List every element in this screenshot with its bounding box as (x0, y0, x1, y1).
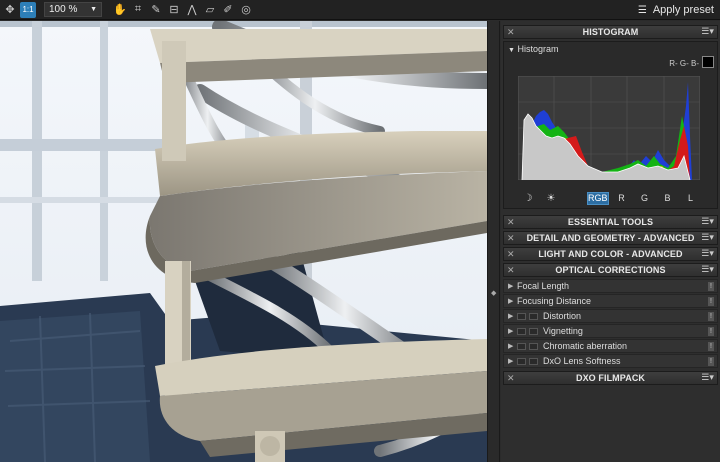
auto-checkbox[interactable] (529, 312, 538, 320)
close-icon[interactable]: ✕ (507, 233, 515, 244)
auto-checkbox[interactable] (529, 342, 538, 350)
apply-preset-label: Apply preset (652, 4, 714, 16)
zoom-value: 100 % (49, 4, 78, 15)
hand-tool-icon[interactable]: ✋ (112, 2, 128, 18)
channel-rgb-button[interactable]: RGB (587, 191, 609, 205)
info-icon[interactable]: ! (708, 312, 714, 321)
chevron-down-icon: ▼ (90, 6, 97, 13)
distortion-label: Distortion (543, 311, 582, 321)
chromatic-aberration-row[interactable]: ▶ Chromatic aberration ! (503, 339, 718, 353)
info-icon[interactable]: ! (708, 297, 714, 306)
vignetting-label: Vignetting (543, 326, 583, 336)
close-icon[interactable]: ✕ (507, 27, 515, 38)
focal-length-label: Focal Length (517, 281, 570, 291)
enable-checkbox[interactable] (517, 357, 526, 365)
detail-geometry-title: DETAIL AND GEOMETRY - ADVANCED (526, 233, 695, 243)
channel-l-button[interactable]: L (681, 192, 701, 205)
channel-g-button[interactable]: G (635, 192, 655, 205)
close-icon[interactable]: ✕ (507, 249, 515, 260)
rgb-readout: R- G- B- (669, 59, 699, 68)
light-color-header[interactable]: ✕ LIGHT AND COLOR - ADVANCED ☰▾ (503, 247, 718, 261)
top-toolbar: ✥ 1:1 100 % ▼ ✋ ⌗ ✎ ⊟ ⋀ ▱ ✐ ◎ ☰ Apply pr… (0, 0, 720, 20)
apply-preset-button[interactable]: ☰ Apply preset (638, 2, 714, 18)
sliders-icon: ☰ (637, 4, 647, 16)
histogram-subsection-label: Histogram (517, 44, 559, 54)
perspective-tool-icon[interactable]: ⋀ (184, 2, 200, 18)
palette-menu-icon[interactable]: ☰▾ (701, 232, 714, 243)
close-icon[interactable]: ✕ (507, 217, 515, 228)
chromatic-aberration-label: Chromatic aberration (543, 341, 628, 351)
info-icon[interactable]: ! (708, 327, 714, 336)
palette-menu-icon[interactable]: ☰▾ (701, 216, 714, 227)
palette-menu-icon[interactable]: ☰▾ (701, 248, 714, 259)
staircase-photo (0, 21, 487, 462)
histogram-block: ▼ Histogram R- G- B- ☽ ☀ RGB R G B L (503, 41, 718, 209)
color-swatch (702, 56, 714, 68)
enable-checkbox[interactable] (517, 327, 526, 335)
detail-geometry-header[interactable]: ✕ DETAIL AND GEOMETRY - ADVANCED ☰▾ (503, 231, 718, 245)
optical-corrections-title: OPTICAL CORRECTIONS (555, 265, 666, 275)
move-icon[interactable]: ✥ (2, 2, 18, 18)
info-icon[interactable]: ! (708, 342, 714, 351)
crop-icon[interactable]: ⌗ (130, 2, 146, 18)
histogram-controls: ☽ ☀ RGB R G B L (518, 191, 708, 205)
triangle-right-icon: ▶ (508, 328, 514, 335)
focusing-distance-row[interactable]: ▶ Focusing Distance ! (503, 294, 718, 308)
triangle-right-icon: ▶ (508, 343, 514, 350)
essential-tools-header[interactable]: ✕ ESSENTIAL TOOLS ☰▾ (503, 215, 718, 229)
image-viewport[interactable] (0, 21, 487, 462)
lens-softness-row[interactable]: ▶ DxO Lens Softness ! (503, 354, 718, 368)
moon-icon[interactable]: ☽ (518, 192, 538, 205)
close-icon[interactable]: ✕ (507, 265, 515, 276)
histogram-subsection[interactable]: ▼ Histogram (508, 44, 558, 54)
info-icon[interactable]: ! (708, 282, 714, 291)
palette-menu-icon[interactable]: ☰▾ (701, 264, 714, 275)
sun-icon[interactable]: ☀ (541, 192, 561, 205)
zoom-select[interactable]: 100 % ▼ (44, 2, 102, 17)
enable-checkbox[interactable] (517, 312, 526, 320)
zoom-1to1-button[interactable]: 1:1 (20, 1, 36, 18)
triangle-right-icon: ▶ (508, 283, 514, 290)
vignetting-row[interactable]: ▶ Vignetting ! (503, 324, 718, 338)
close-icon[interactable]: ✕ (507, 373, 515, 384)
triangle-right-icon: ▶ (508, 313, 514, 320)
auto-checkbox[interactable] (529, 357, 538, 365)
splitter-grip-icon: ◆ (491, 290, 497, 297)
triangle-down-icon: ▼ (508, 47, 515, 54)
info-icon[interactable]: ! (708, 357, 714, 366)
lens-softness-label: DxO Lens Softness (543, 356, 621, 366)
channel-b-button[interactable]: B (658, 192, 678, 205)
light-color-title: LIGHT AND COLOR - ADVANCED (538, 249, 683, 259)
optical-corrections-header[interactable]: ✕ OPTICAL CORRECTIONS ☰▾ (503, 263, 718, 277)
focusing-distance-label: Focusing Distance (517, 296, 592, 306)
distortion-row[interactable]: ▶ Distortion ! (503, 309, 718, 323)
triangle-right-icon: ▶ (508, 298, 514, 305)
enable-checkbox[interactable] (517, 342, 526, 350)
red-eye-icon[interactable]: ◎ (238, 2, 254, 18)
dxo-filmpack-title: DXO FILMPACK (575, 373, 646, 383)
focal-length-row[interactable]: ▶ Focal Length ! (503, 279, 718, 293)
essential-tools-title: ESSENTIAL TOOLS (567, 217, 654, 227)
palette-menu-icon[interactable]: ☰▾ (701, 372, 714, 383)
dxo-filmpack-header[interactable]: ✕ DXO FILMPACK ☰▾ (503, 371, 718, 385)
volume-deformation-icon[interactable]: ▱ (202, 2, 218, 18)
eyedropper-icon[interactable]: ✎ (148, 2, 164, 18)
channel-r-button[interactable]: R (612, 192, 632, 205)
repair-brush-icon[interactable]: ✐ (220, 2, 236, 18)
histogram-title: HISTOGRAM (582, 27, 639, 37)
right-panel: ✕ HISTOGRAM ☰▾ ▼ Histogram R- G- B- ☽ ☀ … (501, 21, 720, 462)
palette-menu-icon[interactable]: ☰▾ (701, 26, 714, 37)
histogram-header[interactable]: ✕ HISTOGRAM ☰▾ (503, 25, 718, 39)
auto-checkbox[interactable] (529, 327, 538, 335)
panel-splitter[interactable]: ◆ (487, 21, 500, 462)
histogram-graph (518, 76, 700, 180)
triangle-right-icon: ▶ (508, 358, 514, 365)
horizon-tool-icon[interactable]: ⊟ (166, 2, 182, 18)
